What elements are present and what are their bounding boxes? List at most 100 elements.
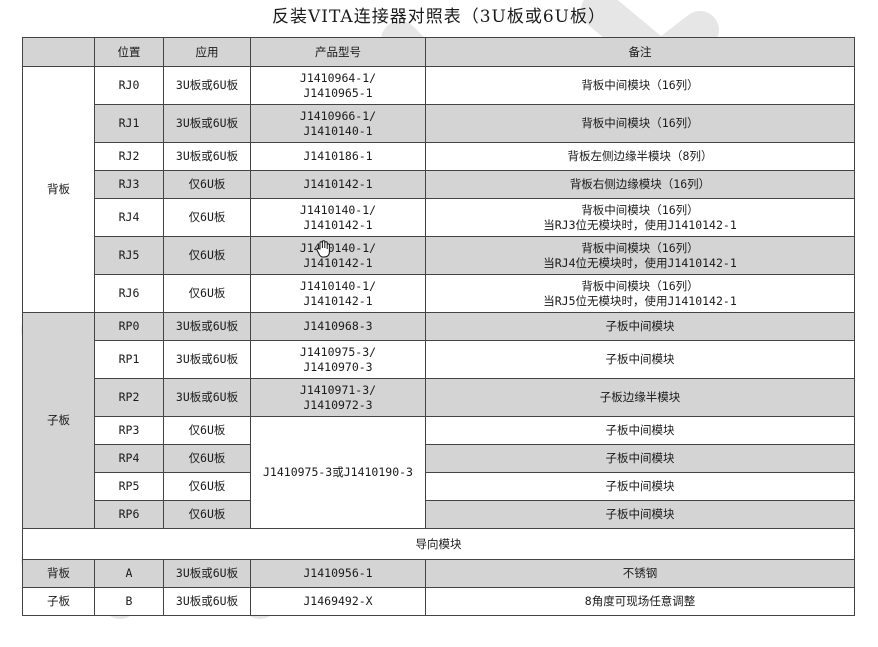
row-group: 背板 — [22, 559, 95, 588]
header-row: 位置 应用 产品型号 备注 — [22, 37, 855, 67]
row-position: B — [94, 587, 164, 616]
model-line: J1410965-1 — [303, 85, 373, 100]
row-model: J1410140-1/J1410142-1 — [250, 198, 426, 237]
row-note: 子板中间模块 — [425, 472, 855, 501]
table-row: RJ3 仅6U板 J1410142-1 背板右侧边缘模块（16列） — [22, 170, 855, 199]
row-position: RP2 — [94, 378, 164, 417]
model-line: J1410142-1 — [303, 255, 373, 270]
header-group — [22, 37, 95, 67]
row-position: RP4 — [94, 444, 164, 473]
note-line: 背板中间模块（16列） — [581, 240, 699, 255]
table-row: RJ5 仅6U板 J1410140-1/J1410142-1 背板中间模块（16… — [22, 236, 855, 275]
row-application: 3U板或6U板 — [163, 587, 251, 616]
row-model: J1410964-1/J1410965-1 — [250, 66, 426, 105]
model-line: J1410975-3/ — [299, 344, 377, 359]
hand-cursor-icon — [316, 240, 330, 258]
row-application: 3U板或6U板 — [163, 559, 251, 588]
row-note: 子板中间模块 — [425, 340, 855, 379]
model-line: J1410966-1/ — [299, 108, 377, 123]
row-position: RP1 — [94, 340, 164, 379]
model-line: J1410140-1/ — [299, 202, 377, 217]
row-position: RJ4 — [94, 198, 164, 237]
row-application: 3U板或6U板 — [163, 66, 251, 105]
table-row: RP3 仅6U板 J1410975-3或J1410190-3 子板中间模块 — [22, 416, 855, 529]
header-model: 产品型号 — [250, 37, 426, 67]
row-application: 3U板或6U板 — [163, 340, 251, 379]
section-row: 导向模块 — [22, 528, 855, 560]
row-note: 背板中间模块（16列） 当RJ5位无模块时，使用J1410142-1 — [425, 274, 855, 313]
row-application: 3U板或6U板 — [163, 104, 251, 143]
row-position: RJ5 — [94, 236, 164, 275]
row-application: 仅6U板 — [163, 444, 251, 473]
model-line: J1410970-3 — [303, 359, 373, 374]
row-position: RP0 — [94, 312, 164, 341]
table-row: RJ1 3U板或6U板 J1410966-1/J1410140-1 背板中间模块… — [22, 104, 855, 143]
header-note: 备注 — [425, 37, 855, 67]
header-application: 应用 — [163, 37, 251, 67]
table-row: RP2 3U板或6U板 J1410971-3/J1410972-3 子板边缘半模… — [22, 378, 855, 417]
row-position: RJ1 — [94, 104, 164, 143]
row-position: RP6 — [94, 500, 164, 529]
row-note: 背板中间模块（16列） — [425, 66, 855, 105]
row-application: 仅6U板 — [163, 274, 251, 313]
row-note: 子板中间模块 — [425, 312, 855, 341]
group-daughterboard: 子板 — [22, 312, 95, 529]
table-row: 子板 RP0 3U板或6U板 J1410968-3 子板中间模块 — [22, 312, 855, 529]
model-line: J1410964-1/ — [299, 70, 377, 85]
row-position: RJ2 — [94, 142, 164, 171]
row-note: 背板中间模块（16列） 当RJ4位无模块时，使用J1410142-1 — [425, 236, 855, 275]
table-row: RP1 3U板或6U板 J1410975-3/J1410970-3 子板中间模块 — [22, 340, 855, 379]
row-note: 背板右侧边缘模块（16列） — [425, 170, 855, 199]
model-line: J1410140-1/ — [299, 240, 377, 255]
note-line: 当RJ5位无模块时，使用J1410142-1 — [543, 293, 737, 308]
table-row: RJ2 3U板或6U板 J1410186-1 背板左侧边缘半模块（8列） — [22, 142, 855, 171]
connector-table: 位置 应用 产品型号 备注 背板 RJ0 3U板或6U板 J1410964-1/… — [22, 37, 855, 616]
row-application: 仅6U板 — [163, 236, 251, 275]
row-model: J1410968-3 — [250, 312, 426, 341]
row-note: 子板中间模块 — [425, 416, 855, 445]
row-application: 仅6U板 — [163, 500, 251, 529]
model-line: J1410140-1/ — [299, 278, 377, 293]
row-position: RJ6 — [94, 274, 164, 313]
row-model: J1410956-1 — [250, 559, 426, 588]
row-note: 背板中间模块（16列） — [425, 104, 855, 143]
row-note: 子板中间模块 — [425, 444, 855, 473]
row-application: 仅6U板 — [163, 472, 251, 501]
model-line: J1410140-1 — [303, 123, 373, 138]
page-title: 反装VITA连接器对照表（3U板或6U板） — [272, 7, 606, 27]
row-position: RP3 — [94, 416, 164, 445]
note-line: 当RJ4位无模块时，使用J1410142-1 — [543, 255, 737, 270]
note-line: 当RJ3位无模块时，使用J1410142-1 — [543, 217, 737, 232]
row-note: 子板边缘半模块 — [425, 378, 855, 417]
table-row: 子板 B 3U板或6U板 J1469492-X 8角度可现场任意调整 — [22, 587, 855, 616]
table-row: RP4 仅6U板 子板中间模块 — [22, 444, 855, 473]
model-line: J1410142-1 — [303, 217, 373, 232]
row-model: J1410186-1 — [250, 142, 426, 171]
table-row: RP6 仅6U板 子板中间模块 — [22, 500, 855, 529]
row-position: RP5 — [94, 472, 164, 501]
row-note: 子板中间模块 — [425, 500, 855, 529]
row-application: 仅6U板 — [163, 416, 251, 445]
header-position: 位置 — [94, 37, 164, 67]
row-model: J1410140-1/J1410142-1 — [250, 274, 426, 313]
row-model: J1410966-1/J1410140-1 — [250, 104, 426, 143]
model-line: J1410142-1 — [303, 293, 373, 308]
row-note: 不锈钢 — [425, 559, 855, 588]
merged-model-cell: J1410975-3或J1410190-3 — [250, 416, 426, 529]
row-note: 8角度可现场任意调整 — [425, 587, 855, 616]
row-application: 仅6U板 — [163, 170, 251, 199]
table-row: RJ4 仅6U板 J1410140-1/J1410142-1 背板中间模块（16… — [22, 198, 855, 237]
note-line: 背板中间模块（16列） — [581, 202, 699, 217]
row-application: 3U板或6U板 — [163, 312, 251, 341]
row-position: RJ0 — [94, 66, 164, 105]
row-model: J1410971-3/J1410972-3 — [250, 378, 426, 417]
row-application: 3U板或6U板 — [163, 142, 251, 171]
row-model: J1469492-X — [250, 587, 426, 616]
row-position: A — [94, 559, 164, 588]
table-row: 背板 A 3U板或6U板 J1410956-1 不锈钢 — [22, 559, 855, 588]
model-line: J1410972-3 — [303, 397, 373, 412]
table-row: RJ6 仅6U板 J1410140-1/J1410142-1 背板中间模块（16… — [22, 274, 855, 313]
table-row: 背板 RJ0 3U板或6U板 J1410964-1/J1410965-1 背板中… — [22, 66, 855, 313]
note-line: 背板中间模块（16列） — [581, 278, 699, 293]
model-line: J1410971-3/ — [299, 382, 377, 397]
